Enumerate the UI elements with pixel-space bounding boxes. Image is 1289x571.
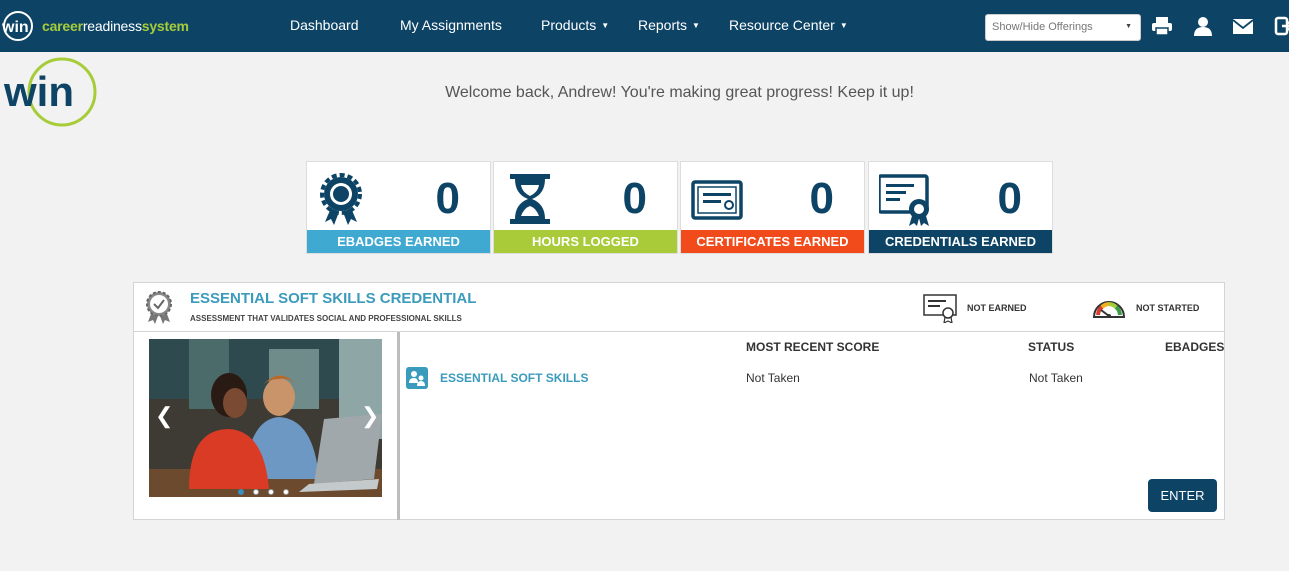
nav-products[interactable]: Products ▼: [541, 17, 609, 33]
column-header-ebadges: EBADGES: [1165, 340, 1225, 354]
carousel-photo: [149, 339, 382, 497]
image-carousel[interactable]: ❮ ❯: [149, 339, 382, 497]
certificate-icon: [691, 180, 743, 220]
brand-name: careerreadinesssystem: [42, 18, 189, 34]
stat-card-credentials: 0 CREDENTIALS EARNED: [868, 161, 1053, 254]
nav-resource-center[interactable]: Resource Center ▼: [729, 17, 848, 33]
soft-skills-icon: [406, 367, 428, 389]
welcome-message: Welcome back, Andrew! You're making grea…: [445, 84, 914, 101]
credentials-count: 0: [997, 174, 1022, 223]
caret-down-icon: ▼: [692, 21, 700, 30]
badge-icon: [320, 173, 362, 225]
credential-panel: ESSENTIAL SOFT SKILLS CREDENTIAL ASSESSM…: [133, 282, 1225, 520]
caret-down-icon: ▼: [839, 21, 848, 30]
win-logo-icon: win: [1, 11, 33, 41]
top-nav: win careerreadinesssystem Dashboard My A…: [0, 0, 1289, 52]
brand[interactable]: win careerreadinesssystem: [0, 10, 189, 42]
certificates-count: 0: [809, 174, 834, 223]
ebadges-label: EBADGES EARNED: [307, 230, 490, 253]
status-cell: Not Taken: [1029, 371, 1083, 385]
stat-card-certificates: 0 CERTIFICATES EARNED: [680, 161, 865, 254]
carousel-dot[interactable]: [283, 489, 289, 495]
carousel-dot[interactable]: [253, 489, 259, 495]
credential-badge-icon: [146, 291, 172, 324]
column-header-status: STATUS: [1028, 340, 1075, 354]
column-header-score: MOST RECENT SCORE: [746, 340, 880, 354]
certificates-label: CERTIFICATES EARNED: [681, 230, 864, 253]
carousel-dot[interactable]: [238, 489, 244, 495]
carousel-next-icon[interactable]: ❯: [361, 403, 379, 429]
credentials-label: CREDENTIALS EARNED: [869, 230, 1052, 253]
nav-dashboard[interactable]: Dashboard: [290, 17, 359, 33]
earned-status: NOT EARNED: [967, 303, 1027, 313]
hourglass-icon: [510, 174, 550, 224]
progress-status: NOT STARTED: [1136, 303, 1200, 313]
mail-icon[interactable]: [1232, 16, 1254, 36]
credential-subtitle: ASSESSMENT THAT VALIDATES SOCIAL AND PRO…: [190, 314, 462, 323]
caret-down-icon: ▼: [601, 21, 610, 30]
ebadges-count: 0: [435, 174, 460, 223]
hours-label: HOURS LOGGED: [494, 230, 677, 253]
course-link-essential-soft-skills[interactable]: ESSENTIAL SOFT SKILLS: [440, 371, 588, 385]
credential-icon: [879, 174, 929, 226]
progress-gauge-icon: [1092, 301, 1126, 318]
user-icon[interactable]: [1192, 16, 1214, 36]
hours-count: 0: [622, 174, 647, 223]
print-icon[interactable]: [1151, 16, 1173, 36]
carousel-indicators: [238, 489, 289, 495]
stat-card-hours: 0 HOURS LOGGED: [493, 161, 678, 254]
stat-card-ebadges: 0 EBADGES EARNED: [306, 161, 491, 254]
show-hide-offerings-select[interactable]: Show/Hide Offerings ▼: [985, 14, 1141, 41]
credential-title: ESSENTIAL SOFT SKILLS CREDENTIAL: [190, 290, 477, 307]
certificate-status-icon: [923, 294, 957, 323]
carousel-prev-icon[interactable]: ❮: [155, 403, 173, 429]
nav-my-assignments[interactable]: My Assignments: [400, 17, 502, 33]
svg-text:win: win: [1, 19, 29, 36]
credential-header: ESSENTIAL SOFT SKILLS CREDENTIAL ASSESSM…: [134, 283, 1224, 332]
logout-icon[interactable]: [1274, 16, 1289, 36]
carousel-dot[interactable]: [268, 489, 274, 495]
panel-divider: [397, 332, 400, 520]
nav-reports[interactable]: Reports ▼: [638, 17, 700, 33]
score-cell: Not Taken: [746, 371, 800, 385]
caret-down-icon: ▼: [1125, 23, 1132, 30]
enter-button[interactable]: ENTER: [1148, 479, 1217, 512]
